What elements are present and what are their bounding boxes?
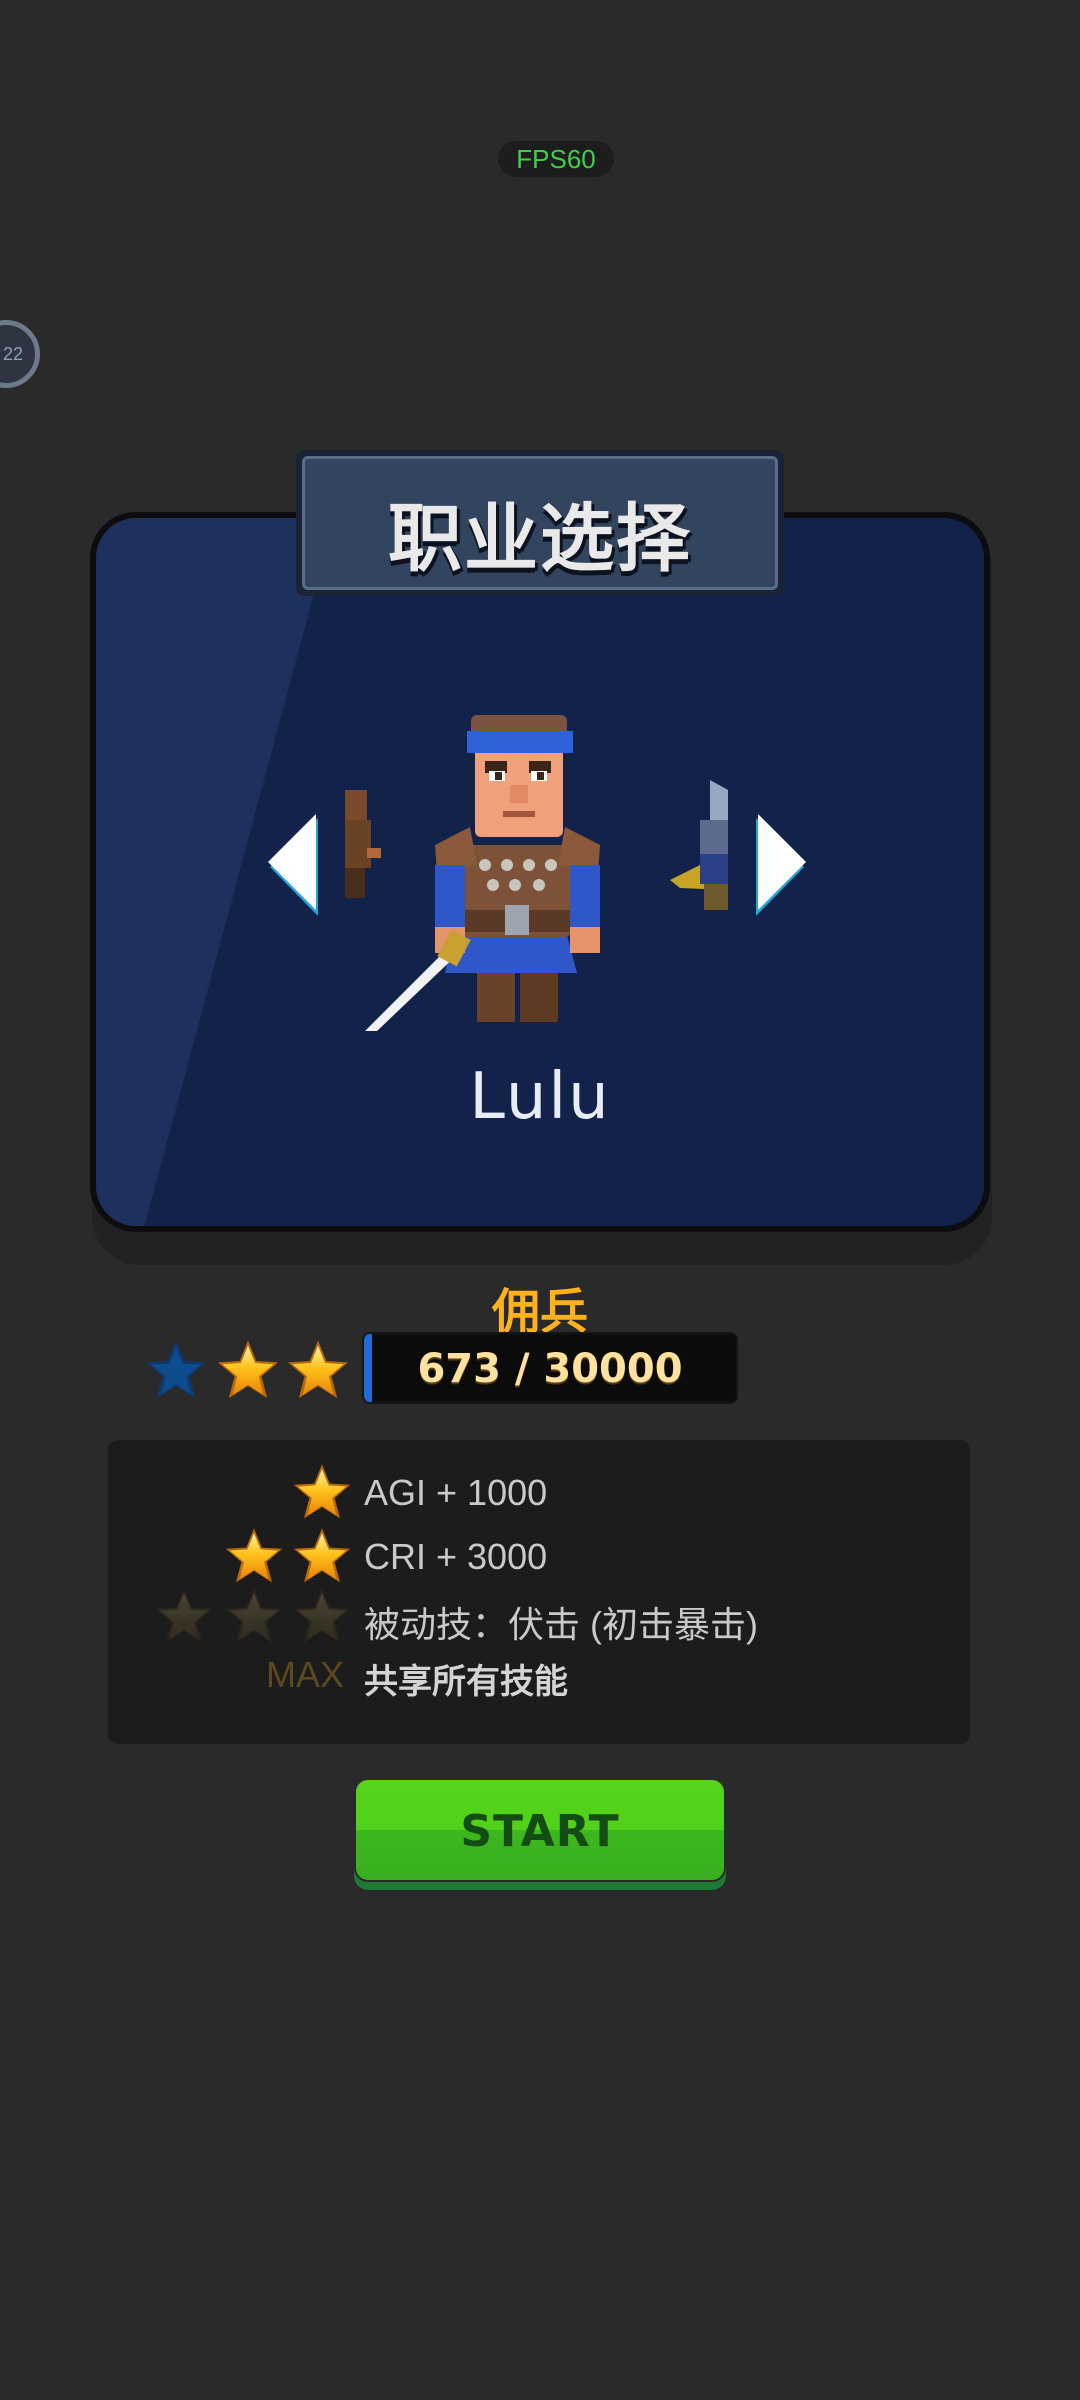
star-icon <box>292 1526 352 1586</box>
star-icon <box>154 1586 214 1646</box>
star-icon <box>224 1526 284 1586</box>
max-label: MAX <box>266 1654 345 1695</box>
skill-row: AGI + 1000 <box>108 1462 970 1522</box>
prev-arrow-icon[interactable] <box>266 812 322 922</box>
skill-row: 被动技：伏击 (初击暴击) <box>108 1586 970 1646</box>
skill-list: AGI + 1000 CRI + 3000 被动技：伏击 (初击暴击) MAX … <box>108 1440 970 1744</box>
xp-text: 673 / 30000 <box>417 1346 683 1392</box>
xp-progress-bar: 673 / 30000 <box>362 1332 738 1404</box>
next-arrow-icon[interactable] <box>752 812 808 922</box>
skill-row: MAX 共享所有技能 <box>108 1644 970 1704</box>
skill-row: CRI + 3000 <box>108 1526 970 1586</box>
start-button[interactable]: START <box>354 1778 726 1890</box>
star-icon <box>292 1462 352 1522</box>
star-icon <box>216 1338 280 1402</box>
panel-title: 职业选择 <box>388 496 692 582</box>
side-badge[interactable]: 22 <box>0 320 40 388</box>
star-icon <box>286 1338 350 1402</box>
star-icon <box>144 1338 208 1402</box>
fps-counter: FPS60 <box>498 141 614 177</box>
star-icon <box>224 1586 284 1646</box>
character-model <box>365 715 600 1031</box>
skill-text: 被动技：伏击 (初击暴击) <box>364 1604 758 1645</box>
skill-text: CRI + 3000 <box>364 1536 548 1577</box>
character-name: Lulu <box>469 1060 611 1134</box>
start-button-label: START <box>460 1806 620 1857</box>
star-icon <box>292 1586 352 1646</box>
title-plate: 职业选择 <box>296 450 784 596</box>
skill-text: 共享所有技能 <box>364 1662 568 1702</box>
next-character-preview <box>670 780 728 910</box>
skill-text: AGI + 1000 <box>364 1472 548 1513</box>
